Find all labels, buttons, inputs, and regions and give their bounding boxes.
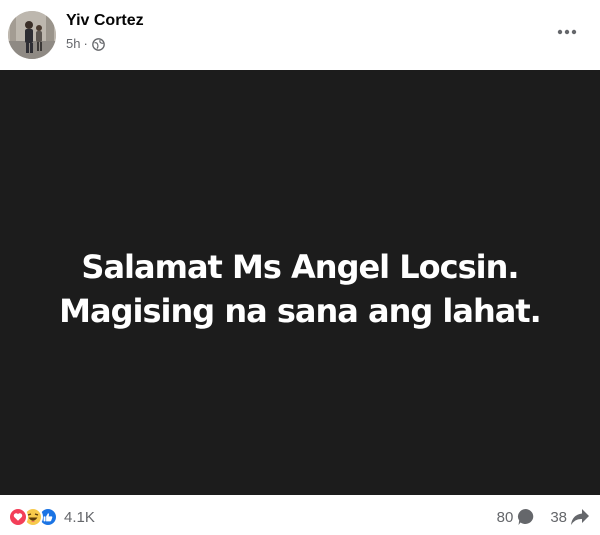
more-options-icon[interactable] [552,22,582,42]
post-text-image[interactable]: Salamat Ms Angel Locsin. Magising na san… [0,70,600,495]
comment-icon [516,507,536,527]
post-footer: 4.1K 80 38 [0,495,600,535]
globe-icon[interactable] [91,37,105,51]
share-icon [570,508,590,526]
reaction-count: 4.1K [64,508,95,526]
meta-separator: · [83,36,88,51]
post-header: Yiv Cortez 5h · [0,0,600,70]
post-image-text-line2: Magising na sana ang lahat. [59,291,542,330]
post-time[interactable]: 5h [66,35,80,53]
reactions-summary[interactable]: 4.1K [8,507,95,527]
post-image-text: Salamat Ms Angel Locsin. Magising na san… [59,245,542,333]
shares-count-link[interactable]: 38 [550,508,590,526]
comment-count: 80 [496,508,514,526]
love-reaction-icon [8,507,28,527]
post-image-text-line1: Salamat Ms Angel Locsin. [81,247,519,286]
author-name[interactable]: Yiv Cortez [66,11,144,31]
share-count: 38 [550,508,567,526]
engagement-stats: 80 38 [497,507,590,527]
post-meta: 5h · [66,35,105,53]
comments-count-link[interactable]: 80 [497,507,537,527]
author-avatar[interactable] [8,11,56,59]
